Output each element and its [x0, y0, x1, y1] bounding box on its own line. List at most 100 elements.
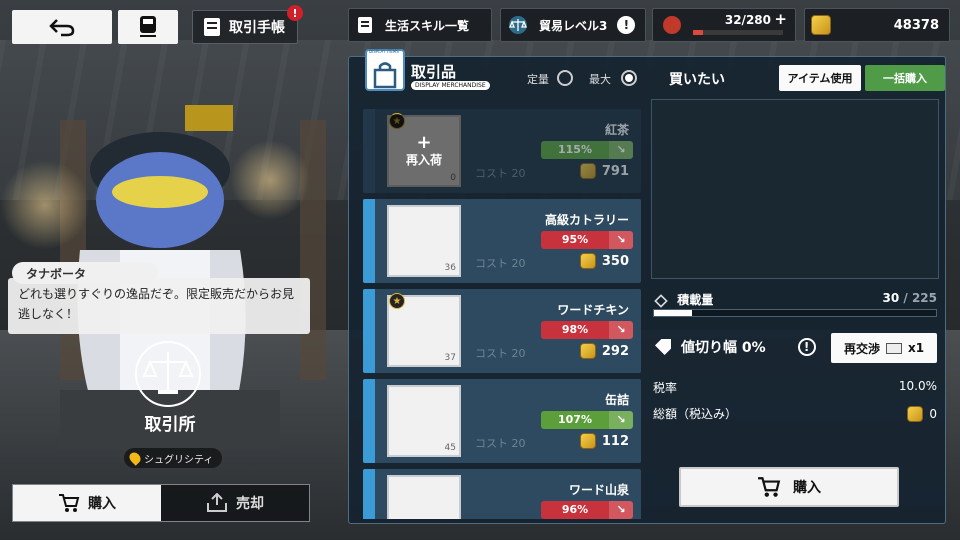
npc-dialogue-box: どれも選りすぐりの逸品だぞ。限定販売だからお見逃しなく！	[8, 278, 310, 334]
ticket-count: x1	[907, 341, 925, 355]
npc-name: タナボータ	[26, 267, 87, 281]
merchandise-item[interactable]: 0 ★ +再入荷 紅茶 115% ↘ コスト 20 791	[363, 109, 641, 193]
trade-panel: DISPLAY ITEMS 取引品 DISPLAY MERCHANDISE 定量…	[348, 49, 946, 524]
shopping-bag-icon: DISPLAY ITEMS	[365, 49, 405, 91]
cost-label: コスト	[475, 437, 508, 450]
stamina-icon	[663, 16, 681, 34]
item-thumbnail: 45	[387, 385, 461, 457]
item-selector-stripe	[363, 199, 375, 283]
merchandise-item[interactable]: ワード山泉 96% ↘ コスト 20	[363, 469, 641, 519]
tab-buy[interactable]: 購入	[13, 485, 161, 521]
price-rate-value: 107%	[558, 413, 592, 426]
item-cost: コスト 20	[475, 255, 526, 271]
trend-arrow-icon: ↘	[609, 501, 633, 519]
panel-title: 取引品	[411, 63, 457, 81]
total-label: 総額（税込み）	[653, 407, 738, 421]
discount-info-icon[interactable]: !	[797, 338, 816, 356]
npc-name-tag: タナボータ	[12, 262, 158, 284]
tab-buy-label: 購入	[88, 496, 116, 512]
item-selector-stripe	[363, 289, 375, 373]
item-selector-stripe	[363, 109, 375, 193]
merchandise-item[interactable]: 45 缶詰 107% ↘ コスト 20 112	[363, 379, 641, 463]
discount-label: 値切り幅 0%	[681, 340, 766, 356]
bag-caption: DISPLAY ITEMS	[369, 49, 399, 54]
export-icon	[207, 493, 227, 512]
item-cost: コスト 20	[475, 345, 526, 361]
ledger-icon	[204, 18, 220, 36]
trade-level-info-icon[interactable]: !	[617, 16, 636, 34]
tab-sell[interactable]: 売却	[161, 485, 309, 521]
price-rate-badge: 98% ↘	[541, 321, 633, 339]
merchandise-item[interactable]: 36 高級カトラリー 95% ↘ コスト 20 350	[363, 199, 641, 283]
tax-label: 税率	[653, 381, 678, 395]
radio-max-label: 最大	[589, 73, 611, 86]
trade-level-label: 貿易レベル3	[539, 18, 608, 33]
radio-fixed[interactable]	[557, 70, 573, 86]
item-price-value: 112	[601, 433, 629, 449]
price-rate-badge: 107% ↘	[541, 411, 633, 429]
life-skills-button[interactable]: 生活スキル一覧	[348, 8, 492, 42]
item-preview-area	[651, 99, 939, 279]
train-button[interactable]	[118, 10, 178, 44]
stamina-add-button[interactable]: +	[774, 10, 787, 28]
gold-coin-icon	[579, 253, 596, 269]
cart-icon	[59, 494, 80, 512]
scales-icon	[509, 16, 527, 34]
capacity-row: 積載量 30 / 225	[654, 291, 937, 308]
restock-button[interactable]: + 再入荷	[387, 115, 461, 187]
cost-value: 20	[511, 167, 526, 180]
gold-coin-icon	[811, 15, 831, 35]
gold-coin-icon	[579, 163, 596, 179]
item-thumbnail: 36	[387, 205, 461, 277]
stamina-value: 32/280	[724, 13, 771, 27]
location-tag: シュグリシティ	[124, 448, 222, 468]
npc-dialogue-text: どれも選りすぐりの逸品だぞ。限定販売だからお見逃しなく！	[18, 287, 295, 321]
item-stock-qty: 36	[444, 263, 456, 273]
price-rate-value: 96%	[561, 503, 589, 516]
trend-arrow-icon: ↘	[609, 411, 633, 429]
book-icon	[358, 17, 372, 33]
trade-level-chip[interactable]: 貿易レベル3 !	[500, 8, 646, 42]
price-rate-value: 115%	[558, 143, 592, 156]
capacity-bar-fill	[654, 310, 692, 316]
capacity-used: 30	[882, 291, 900, 305]
want-to-buy-label: 買いたい	[669, 72, 725, 88]
train-icon	[140, 16, 156, 37]
total-value: 0	[929, 406, 937, 421]
stamina-bar-fill	[693, 30, 704, 35]
merchandise-item[interactable]: 37 ★ ワードチキン 98% ↘ コスト 20 292	[363, 289, 641, 373]
cost-label: コスト	[475, 167, 508, 180]
location-name: シュグリシティ	[144, 454, 214, 466]
trend-arrow-icon: ↘	[609, 141, 633, 159]
restock-label: 再入荷	[405, 152, 442, 167]
item-price-value: 350	[601, 253, 629, 269]
back-arrow-icon	[49, 19, 75, 37]
stamina-bar	[693, 30, 783, 35]
buy-button-label: 購入	[793, 480, 821, 496]
item-price: 350	[579, 253, 629, 269]
back-button[interactable]	[12, 10, 112, 44]
discount-row: 値切り幅 0% !	[655, 337, 816, 357]
bulk-buy-button[interactable]: 一括購入	[865, 65, 945, 91]
cost-label: コスト	[475, 347, 508, 360]
buy-button[interactable]: 購入	[679, 467, 899, 507]
price-rate-badge: 115% ↘	[541, 141, 633, 159]
gold-coin-icon	[579, 343, 596, 359]
radio-max[interactable]	[621, 70, 637, 86]
ticket-icon	[885, 342, 902, 354]
price-rate-value: 95%	[561, 233, 589, 246]
item-price-value: 292	[601, 343, 629, 359]
plus-icon: +	[416, 131, 432, 153]
item-price: 791	[579, 163, 629, 179]
item-thumbnail	[387, 475, 461, 519]
gold-coin-icon	[579, 433, 596, 449]
shop-title: 取引所	[144, 415, 196, 435]
gold-chip: 48378	[804, 8, 950, 42]
gold-value: 48378	[893, 17, 939, 33]
use-item-button[interactable]: アイテム使用	[779, 65, 861, 91]
tab-sell-label: 売却	[236, 496, 264, 512]
trade-ledger-button[interactable]: 取引手帳 !	[192, 5, 303, 44]
cost-value: 20	[511, 437, 526, 450]
renegotiate-button[interactable]: 再交渉 x1	[831, 333, 937, 363]
item-name: 缶詰	[604, 393, 629, 407]
